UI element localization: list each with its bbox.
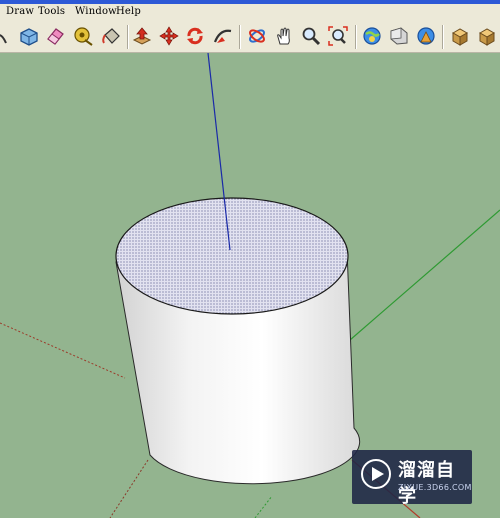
menu-window[interactable]: Window bbox=[75, 6, 117, 17]
modeling-viewport[interactable] bbox=[0, 53, 500, 518]
share-component-icon[interactable] bbox=[415, 25, 437, 47]
menu-tools[interactable]: Tools bbox=[38, 6, 65, 17]
get-models-icon[interactable] bbox=[361, 25, 383, 47]
cylinder-top-face bbox=[115, 197, 349, 315]
move-icon[interactable] bbox=[158, 25, 180, 47]
play-logo-icon bbox=[361, 459, 391, 489]
watermark-title: 溜溜自学 bbox=[398, 460, 455, 507]
green-axis bbox=[349, 209, 500, 341]
menu-help[interactable]: Help bbox=[116, 6, 141, 17]
arc-icon[interactable] bbox=[0, 25, 10, 47]
watermark: 溜溜自学 ZIXUE.3D66.COM bbox=[352, 450, 472, 507]
green-axis-dotted bbox=[254, 495, 273, 518]
paint-bucket-icon[interactable] bbox=[100, 25, 122, 47]
menu-bar: Draw Tools Window Help bbox=[0, 4, 500, 21]
zoom-extents-icon[interactable] bbox=[327, 25, 349, 47]
red-axis-dotted bbox=[0, 322, 126, 379]
menu-draw[interactable]: Draw bbox=[6, 6, 34, 17]
follow-me-icon[interactable] bbox=[212, 25, 234, 47]
tape-measure-icon[interactable] bbox=[72, 25, 94, 47]
watermark-url: ZIXUE.3D66.COM bbox=[398, 483, 472, 492]
extensions-icon[interactable] bbox=[476, 25, 498, 47]
rotate-icon[interactable] bbox=[184, 25, 206, 47]
share-model-icon[interactable] bbox=[388, 25, 410, 47]
pan-icon[interactable] bbox=[273, 25, 295, 47]
eraser-icon[interactable] bbox=[44, 25, 66, 47]
make-component-icon[interactable] bbox=[18, 25, 40, 47]
toolbar bbox=[0, 21, 500, 53]
components-icon[interactable] bbox=[449, 25, 471, 47]
orbit-icon[interactable] bbox=[246, 25, 268, 47]
zoom-icon[interactable] bbox=[300, 25, 322, 47]
push-pull-icon[interactable] bbox=[131, 25, 153, 47]
red-axis-lower bbox=[109, 459, 149, 518]
